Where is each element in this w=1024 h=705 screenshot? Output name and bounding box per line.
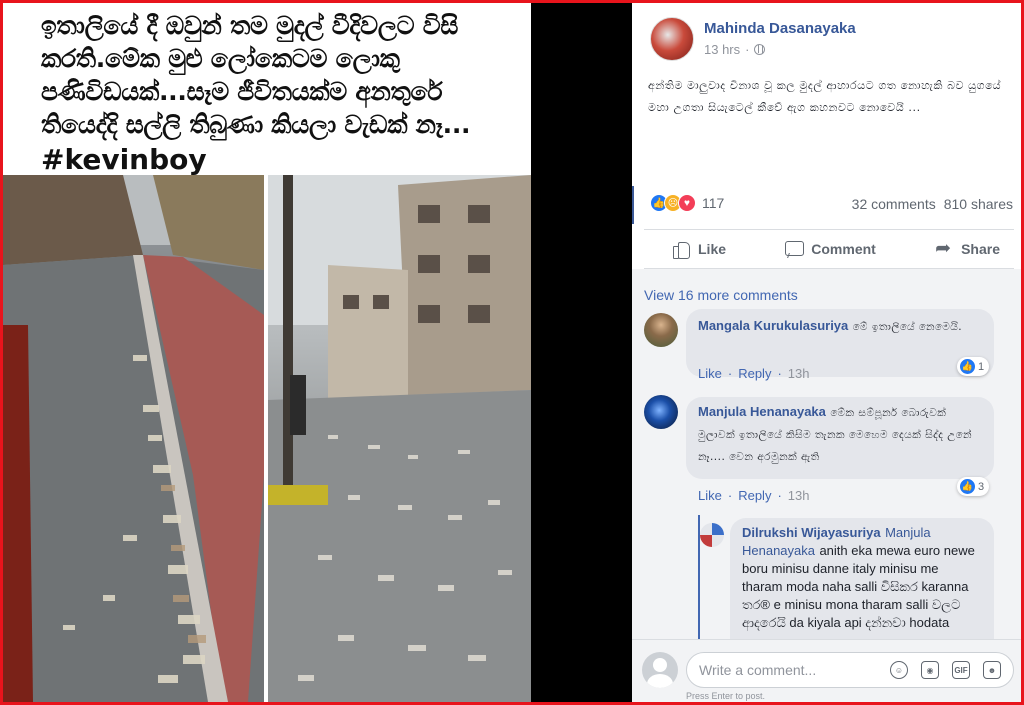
image-caption-area: ඉතාලියේ දී ඔවුන් තම මුදල් වීදිවලට විසි ක… <box>3 3 531 176</box>
camera-icon[interactable]: ◉ <box>921 661 939 679</box>
commenter-name[interactable]: Manjula Henanayaka <box>698 404 826 419</box>
share-icon <box>935 237 953 260</box>
love-icon: ♥ <box>678 194 696 212</box>
comment-time[interactable]: 13h <box>788 366 810 381</box>
comment-input[interactable]: Write a comment... ☺ ◉ GIF ☻ <box>686 652 1014 688</box>
comment-like-link[interactable]: Like <box>698 488 722 503</box>
sticker-icon[interactable]: ☻ <box>983 661 1001 679</box>
comment-bubble: Manjula Henanayaka මේක සම්පූර්න බොරුවක් … <box>686 397 994 479</box>
comment-reaction-count[interactable]: 👍 3 <box>957 477 990 496</box>
composer-hint: Press Enter to post. <box>686 691 766 701</box>
image-hashtag: #kevinboy <box>41 143 207 176</box>
comment-placeholder: Write a comment... <box>699 662 817 678</box>
viewer-avatar <box>642 652 678 688</box>
engagement-counts: 32 comments 810 shares <box>852 196 1013 212</box>
reply-author-name[interactable]: Dilrukshi Wijayasuriya <box>742 525 881 540</box>
like-icon: 👍 <box>960 359 975 374</box>
comments-section: View 16 more comments Mangala Kurukulasu… <box>632 269 1021 639</box>
street-photo-right <box>268 175 531 702</box>
post-time[interactable]: 13 hrs <box>704 42 740 57</box>
shares-count[interactable]: 810 shares <box>944 196 1013 212</box>
comment-text: මේ ඉතාලියේ නෙමෙයි. <box>852 321 963 333</box>
share-label: Share <box>961 241 1000 257</box>
post-author[interactable]: Mahinda Dasanayaka <box>704 20 856 37</box>
viewer-background <box>531 3 632 702</box>
comment-time[interactable]: 13h <box>788 488 810 503</box>
view-more-comments-link[interactable]: View 16 more comments <box>644 287 798 303</box>
shared-image[interactable]: ඉතාලියේ දී ඔවුන් තම මුදල් වීදිවලට විසි ක… <box>3 3 531 702</box>
comment-icon <box>785 240 805 258</box>
dot-separator: · <box>745 42 750 57</box>
comment-button[interactable]: Comment <box>785 240 876 258</box>
author-avatar[interactable] <box>650 17 694 61</box>
like-icon: 👍 <box>960 479 975 494</box>
emoji-icon[interactable]: ☺ <box>890 661 908 679</box>
reply-bubble: Dilrukshi Wijayasuriya Manjula Henanayak… <box>730 518 994 639</box>
globe-icon[interactable] <box>754 44 766 55</box>
like-button[interactable]: Like <box>672 240 727 259</box>
reactions-summary[interactable]: 👍 ☹ ♥ 117 <box>650 194 724 212</box>
comment-composer: Write a comment... ☺ ◉ GIF ☻ Press Enter… <box>632 639 1021 702</box>
comment-reply-link[interactable]: Reply <box>738 366 771 381</box>
comment-actions: Like · Reply · 13h <box>698 488 810 503</box>
commenter-name[interactable]: Mangala Kurukulasuriya <box>698 318 848 333</box>
comment-reply-link[interactable]: Reply <box>738 488 771 503</box>
dot-separator: · <box>777 488 782 503</box>
comments-count[interactable]: 32 comments <box>852 196 936 212</box>
commenter-avatar[interactable] <box>644 313 678 347</box>
post-panel: Mahinda Dasanayaka 13 hrs · අන්තිම මාලුව… <box>632 3 1021 702</box>
reaction-count: 117 <box>702 195 725 211</box>
dot-separator: · <box>777 366 782 381</box>
post-meta: 13 hrs · <box>704 42 766 57</box>
gif-icon[interactable]: GIF <box>952 661 970 679</box>
image-caption: ඉතාලියේ දී ඔවුන් තම මුදල් වීදිවලට විසි ක… <box>41 11 471 139</box>
street-photo-left <box>3 175 264 702</box>
comment-like-link[interactable]: Like <box>698 366 722 381</box>
dot-separator: · <box>727 488 733 503</box>
post-text: අන්තිම මාලුවාද විනාශ වූ කල මුදල් ආහාරයට … <box>648 79 1002 114</box>
thumbs-up-icon <box>672 240 690 259</box>
composer-icons: ☺ ◉ GIF ☻ <box>890 661 1001 679</box>
dot-separator: · <box>727 366 733 381</box>
like-label: Like <box>698 241 727 257</box>
comment-label: Comment <box>811 241 876 257</box>
comment-like-count: 1 <box>978 360 985 373</box>
comment-reaction-count[interactable]: 👍 1 <box>957 357 990 376</box>
post-stats: 👍 ☹ ♥ 117 32 comments 810 shares <box>632 186 1021 224</box>
comment-actions: Like · Reply · 13h <box>698 366 810 381</box>
post-actions: Like Comment Share <box>644 229 1014 269</box>
comment-like-count: 3 <box>978 480 985 493</box>
reply-avatar[interactable] <box>700 523 724 547</box>
commenter-avatar[interactable] <box>644 395 678 429</box>
share-button[interactable]: Share <box>935 237 1000 260</box>
